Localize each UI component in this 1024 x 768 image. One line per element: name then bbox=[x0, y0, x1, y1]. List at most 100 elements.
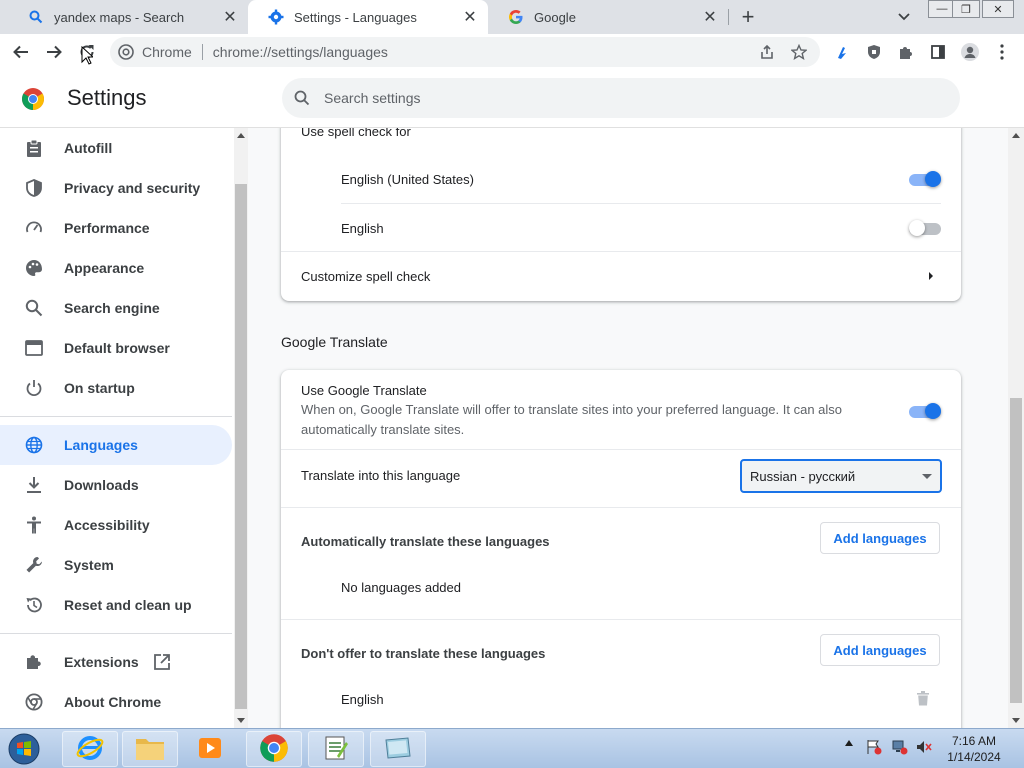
restore-button[interactable]: ❐ bbox=[952, 0, 980, 18]
taskbar-file-explorer[interactable] bbox=[122, 731, 178, 767]
sidebar-item-languages[interactable]: Languages bbox=[0, 425, 232, 465]
show-hidden-icons-arrow-icon[interactable] bbox=[844, 739, 854, 747]
google-translate-toggle[interactable] bbox=[909, 403, 941, 419]
taskbar-media-player[interactable] bbox=[182, 731, 238, 767]
extension-blue-icon[interactable] bbox=[830, 40, 854, 64]
row-divider bbox=[281, 449, 961, 450]
site-info[interactable]: Chrome bbox=[110, 44, 192, 60]
taskbar-app-window[interactable] bbox=[370, 731, 426, 767]
use-google-translate-description: When on, Google Translate will offer to … bbox=[301, 402, 843, 437]
sidebar-item-label: On startup bbox=[64, 380, 135, 396]
delete-trash-icon[interactable] bbox=[917, 691, 931, 707]
open-in-new-icon bbox=[153, 653, 171, 671]
add-auto-translate-languages-button[interactable]: Add languages bbox=[820, 522, 940, 554]
row-divider bbox=[281, 507, 961, 508]
back-arrow-icon[interactable] bbox=[9, 40, 33, 64]
system-clock[interactable]: 7:16 AM 1/14/2024 bbox=[944, 733, 1004, 765]
puzzle-icon[interactable] bbox=[894, 40, 918, 64]
scrollbar-thumb[interactable] bbox=[235, 184, 247, 709]
scroll-up-arrow-icon[interactable] bbox=[1012, 133, 1020, 138]
chrome-logo-icon bbox=[21, 87, 45, 111]
translate-language-select[interactable]: Russian - русский bbox=[740, 459, 942, 493]
scroll-down-arrow-icon[interactable] bbox=[1012, 718, 1020, 723]
select-value: Russian - русский bbox=[750, 468, 856, 484]
sidebar-item-about-chrome[interactable]: About Chrome bbox=[0, 682, 232, 722]
chrome-icon bbox=[24, 692, 44, 712]
shield-icon bbox=[24, 178, 44, 198]
scrollbar-thumb[interactable] bbox=[1010, 398, 1022, 703]
sidebar-item-downloads[interactable]: Downloads bbox=[0, 465, 232, 505]
spell-check-toggle-en[interactable] bbox=[909, 220, 941, 236]
use-google-translate-label: Use Google Translate bbox=[301, 383, 427, 398]
scroll-up-arrow-icon[interactable] bbox=[237, 133, 245, 138]
sidebar-item-label: About Chrome bbox=[64, 694, 162, 710]
media-player-icon bbox=[197, 735, 223, 764]
share-icon[interactable] bbox=[756, 41, 778, 63]
new-tab-button[interactable]: + bbox=[737, 4, 759, 29]
sidebar-item-privacy[interactable]: Privacy and security bbox=[0, 168, 232, 208]
clock-date: 1/14/2024 bbox=[947, 750, 1001, 764]
sidebar-item-system[interactable]: System bbox=[0, 545, 232, 585]
sidebar-item-on-startup[interactable]: On startup bbox=[0, 368, 232, 408]
add-never-translate-languages-button[interactable]: Add languages bbox=[820, 634, 940, 666]
internet-explorer-icon bbox=[76, 734, 104, 765]
tab-title: Settings - Languages bbox=[294, 9, 417, 25]
network-icon[interactable] bbox=[892, 739, 908, 755]
sidebar-item-search-engine[interactable]: Search engine bbox=[0, 288, 232, 328]
scroll-down-arrow-icon[interactable] bbox=[237, 718, 245, 723]
sidebar-scrollbar[interactable] bbox=[234, 128, 248, 728]
sidebar-item-label: Performance bbox=[64, 220, 150, 236]
tab-settings-languages[interactable]: Settings - Languages ✕ bbox=[248, 0, 488, 34]
never-translate-language-name: English bbox=[341, 692, 384, 707]
start-button[interactable] bbox=[4, 731, 44, 767]
spell-check-toggle-en-us[interactable] bbox=[909, 171, 941, 187]
window-close-button[interactable]: ✕ bbox=[982, 0, 1014, 18]
google-translate-card: Use Google Translate When on, Google Tra… bbox=[281, 370, 961, 728]
bookmark-star-icon[interactable] bbox=[788, 41, 810, 63]
chrome-logo-icon bbox=[259, 733, 289, 766]
settings-header: Settings Search settings bbox=[0, 70, 1024, 128]
sidebar-item-performance[interactable]: Performance bbox=[0, 208, 232, 248]
chrome-icon bbox=[118, 44, 134, 60]
tab-search-chevron-icon[interactable] bbox=[895, 9, 913, 25]
sidebar-item-appearance[interactable]: Appearance bbox=[0, 248, 232, 288]
sidebar-item-default-browser[interactable]: Default browser bbox=[0, 328, 232, 368]
forward-arrow-icon[interactable] bbox=[42, 40, 66, 64]
sidebar-item-label: Appearance bbox=[64, 260, 145, 276]
tab-yandex-search[interactable]: yandex maps - Search ✕ bbox=[8, 0, 248, 34]
volume-muted-icon[interactable] bbox=[916, 739, 932, 755]
sidebar-item-accessibility[interactable]: Accessibility bbox=[0, 505, 232, 545]
taskbar-notepad-plus[interactable] bbox=[308, 731, 364, 767]
url-text[interactable]: chrome://settings/languages bbox=[213, 44, 388, 60]
google-translate-section-title: Google Translate bbox=[281, 334, 388, 350]
taskbar-internet-explorer[interactable] bbox=[62, 731, 118, 767]
sidebar-divider bbox=[0, 633, 232, 634]
close-icon[interactable]: ✕ bbox=[702, 9, 718, 26]
mouse-cursor-icon bbox=[80, 46, 94, 66]
sidebar-item-autofill[interactable]: Autofill bbox=[0, 128, 232, 168]
sidebar-item-extensions[interactable]: Extensions bbox=[0, 642, 232, 682]
search-icon bbox=[24, 298, 44, 318]
more-menu-icon[interactable] bbox=[990, 40, 1014, 64]
close-icon[interactable]: ✕ bbox=[462, 9, 478, 26]
profile-avatar-icon[interactable] bbox=[958, 40, 982, 64]
close-icon[interactable]: ✕ bbox=[222, 9, 238, 26]
sidebar-item-label: Downloads bbox=[64, 477, 139, 493]
palette-icon bbox=[24, 258, 44, 278]
action-center-flag-icon[interactable] bbox=[866, 739, 882, 755]
shield-extension-icon[interactable] bbox=[862, 40, 886, 64]
dropdown-caret-icon bbox=[922, 474, 932, 479]
sidebar-item-reset[interactable]: Reset and clean up bbox=[0, 585, 232, 625]
customize-spell-check-row[interactable]: Customize spell check bbox=[281, 252, 961, 300]
sidebar-item-label: Languages bbox=[64, 437, 138, 453]
tab-google[interactable]: Google ✕ bbox=[488, 0, 728, 34]
arrow-right-icon bbox=[929, 272, 933, 280]
settings-search-input[interactable]: Search settings bbox=[282, 78, 960, 118]
main-scrollbar[interactable] bbox=[1008, 128, 1024, 728]
address-bar[interactable]: Chrome chrome://settings/languages bbox=[110, 37, 820, 67]
page-title: Settings bbox=[67, 85, 147, 110]
sidebar-item-label: Search engine bbox=[64, 300, 160, 316]
side-panel-icon[interactable] bbox=[926, 40, 950, 64]
settings-gear-icon bbox=[268, 9, 284, 25]
taskbar-chrome[interactable] bbox=[246, 731, 302, 767]
